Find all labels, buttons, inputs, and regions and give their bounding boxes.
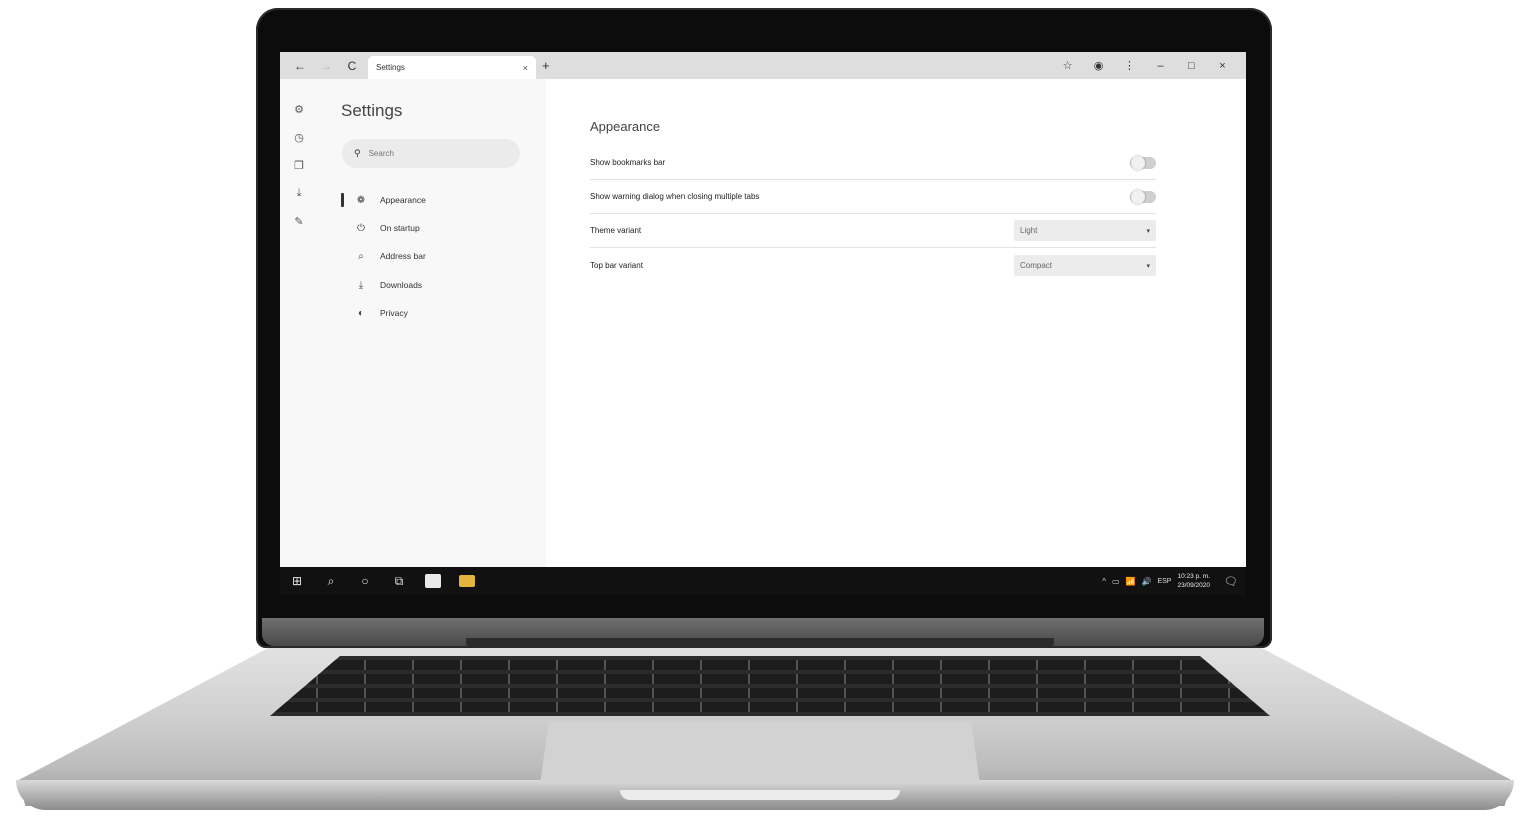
search-icon[interactable]: ⌕	[314, 574, 348, 589]
setting-label: Show bookmarks bar	[590, 158, 666, 167]
chat-icon[interactable]: ✎	[291, 215, 307, 228]
sidebar-item-privacy[interactable]: ◐ Privacy	[318, 303, 546, 323]
sidebar-item-label: On startup	[380, 223, 420, 233]
chevron-down-icon: ▾	[1146, 227, 1150, 235]
setting-label: Top bar variant	[590, 261, 643, 270]
network-icon[interactable]: 📶	[1126, 577, 1136, 586]
sidebar-item-label: Appearance	[380, 195, 426, 205]
search-box[interactable]: ⚲	[342, 139, 520, 168]
warning-dialog-toggle[interactable]	[1130, 189, 1156, 204]
language-indicator[interactable]: ESP	[1157, 578, 1171, 585]
search-icon: ⚲	[354, 148, 361, 158]
sidebar-item-on-startup[interactable]: ⏻ On startup	[318, 218, 546, 238]
profile-icon[interactable]: ◉	[1083, 59, 1114, 72]
new-tab-button[interactable]: +	[542, 58, 556, 73]
screen: ← → C Settings × + ☆ ◉ ⋮ – □ × ⚙ ◷ ❐ ⤓ ✎…	[280, 52, 1246, 595]
toggle-knob	[1131, 155, 1145, 170]
store-icon[interactable]	[425, 574, 441, 588]
theme-variant-select[interactable]: Light ▾	[1014, 220, 1156, 241]
history-icon[interactable]: ◷	[291, 131, 307, 144]
taskbar: ⊞ ⌕ ○ ⧉ ^ ▭ 📶 🔊 ESP 10:23 p. m. 23/09/20…	[280, 567, 1246, 595]
sidebar-item-label: Address bar	[380, 251, 426, 261]
select-value: Compact	[1020, 261, 1053, 270]
key-row	[270, 688, 1270, 698]
tab-close-icon[interactable]: ×	[523, 63, 528, 73]
window-controls: ☆ ◉ ⋮ – □ ×	[1052, 52, 1238, 79]
task-view-icon[interactable]: ⧉	[382, 574, 416, 589]
notification-icon[interactable]: 🗨	[1224, 575, 1238, 588]
setting-row-top-bar-variant: Top bar variant Compact ▾	[590, 249, 1156, 282]
file-explorer-icon[interactable]	[459, 575, 475, 587]
forward-arrow-icon[interactable]: →	[314, 56, 338, 76]
browser-top-bar: ← → C Settings × + ☆ ◉ ⋮ – □ ×	[280, 52, 1246, 79]
maximize-button[interactable]: □	[1176, 60, 1207, 72]
select-value: Light	[1020, 226, 1038, 235]
tab-title: Settings	[376, 63, 405, 72]
download-icon[interactable]: ⤓	[291, 187, 307, 200]
laptop-hinge	[466, 638, 1054, 648]
minimize-button[interactable]: –	[1145, 60, 1176, 72]
palette-icon: ❁	[356, 194, 366, 206]
sidebar-item-label: Downloads	[380, 280, 423, 290]
top-bar-variant-select[interactable]: Compact ▾	[1014, 255, 1156, 276]
shield-icon: ◐	[357, 307, 365, 319]
reload-icon[interactable]: C	[340, 56, 364, 76]
setting-row-bookmarks-bar: Show bookmarks bar	[590, 146, 1156, 180]
download-icon: ⤓	[358, 279, 364, 291]
close-window-button[interactable]: ×	[1207, 60, 1238, 72]
page-title: Settings	[341, 101, 403, 120]
clock-date: 23/09/2020	[1177, 582, 1211, 589]
back-arrow-icon[interactable]: ←	[288, 56, 312, 76]
active-indicator	[341, 193, 344, 207]
bookmarks-bar-toggle[interactable]	[1130, 155, 1156, 170]
key-row	[270, 674, 1270, 684]
setting-row-theme-variant: Theme variant Light ▾	[590, 214, 1156, 248]
section-title: Appearance	[590, 119, 661, 134]
search-icon: ⌕	[358, 250, 364, 262]
setting-label: Theme variant	[590, 226, 642, 235]
cortana-icon[interactable]: ○	[348, 574, 382, 588]
trackpad	[540, 722, 980, 784]
system-tray: ^ ▭ 📶 🔊 ESP 10:23 p. m. 23/09/2020 🗨	[1102, 567, 1238, 595]
settings-sidebar: Settings ⚲ ❁ Appearance ⏻ On startup ⌕ A…	[318, 79, 546, 567]
sidebar-item-address-bar[interactable]: ⌕ Address bar	[318, 246, 546, 266]
search-input[interactable]	[366, 148, 501, 159]
gear-icon[interactable]: ⚙	[291, 103, 307, 116]
setting-row-warning-dialog: Show warning dialog when closing multipl…	[590, 180, 1156, 214]
copy-icon[interactable]: ❐	[291, 159, 307, 172]
setting-label: Show warning dialog when closing multipl…	[590, 192, 760, 201]
chevron-down-icon: ▾	[1146, 262, 1150, 270]
bookmark-star-icon[interactable]: ☆	[1052, 59, 1083, 72]
key-row	[270, 660, 1270, 670]
settings-content: Appearance Show bookmarks bar Show warni…	[546, 79, 1246, 567]
menu-icon[interactable]: ⋮	[1114, 59, 1145, 72]
sidebar-item-label: Privacy	[380, 308, 408, 318]
tab-settings[interactable]: Settings ×	[368, 56, 536, 79]
chevron-up-icon[interactable]: ^	[1102, 577, 1106, 586]
clock-time: 10:23 p. m.	[1177, 573, 1211, 580]
power-icon: ⏻	[357, 222, 365, 234]
key-row	[270, 702, 1270, 712]
clock[interactable]: 10:23 p. m. 23/09/2020	[1177, 572, 1210, 590]
volume-icon[interactable]: 🔊	[1142, 577, 1152, 586]
windows-start-icon[interactable]: ⊞	[280, 574, 314, 588]
battery-icon[interactable]: ▭	[1112, 577, 1120, 586]
laptop-notch	[620, 790, 900, 800]
icon-rail: ⚙ ◷ ❐ ⤓ ✎	[280, 79, 318, 567]
sidebar-item-downloads[interactable]: ⤓ Downloads	[318, 275, 546, 295]
keyboard	[270, 656, 1270, 716]
toggle-knob	[1131, 189, 1145, 204]
sidebar-item-appearance[interactable]: ❁ Appearance	[318, 190, 546, 210]
